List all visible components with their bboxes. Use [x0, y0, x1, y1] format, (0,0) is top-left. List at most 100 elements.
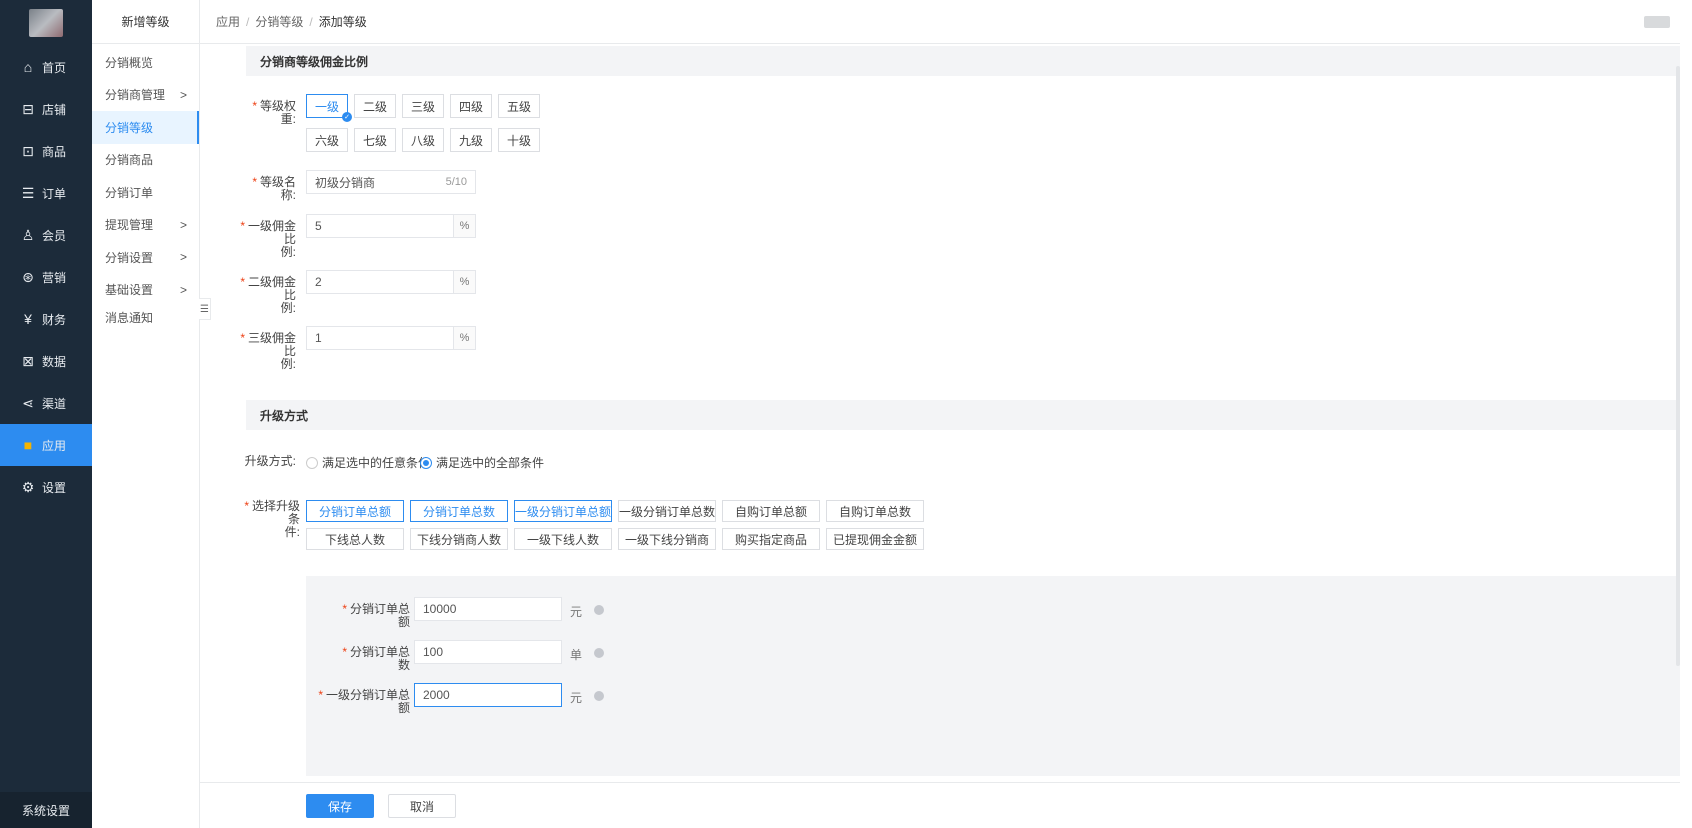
f3-help-icon[interactable] — [594, 691, 604, 701]
submenu-item-3[interactable]: 分销商品 — [92, 144, 199, 177]
breadcrumb-current: 添加等级 — [318, 15, 367, 29]
condition-option-10[interactable]: 一级下线分销商 — [618, 528, 716, 550]
submenu-item-7[interactable]: 基础设置 > — [92, 274, 199, 307]
nav-item-label: 会员 — [42, 228, 67, 243]
nav-item-label: 设置 — [42, 480, 67, 495]
rate2-value: 2 — [315, 275, 322, 289]
level-option-10[interactable]: 十级 — [498, 128, 540, 152]
radio-any-dot[interactable] — [306, 456, 318, 469]
system-settings-button[interactable]: 系统设置 — [0, 792, 92, 828]
submenu-item-label: 分销概览 — [105, 55, 154, 70]
condition-option-2[interactable]: 分销订单总数 — [410, 500, 508, 522]
scrollbar[interactable] — [1676, 66, 1680, 666]
condition-option-5[interactable]: 自购订单总额 — [722, 500, 820, 522]
submenu-item-0[interactable]: 分销概览 — [92, 46, 199, 79]
avatar[interactable] — [1644, 16, 1670, 28]
level-option-8[interactable]: 八级 — [402, 128, 444, 152]
required-mark: * — [240, 275, 245, 289]
store-icon: ⊟ — [22, 100, 34, 117]
radio-all-condition[interactable]: 满足选中的全部条件 — [420, 454, 544, 471]
f3-label: * 一级分销订单总额 — [316, 689, 410, 715]
level-option-3[interactable]: 三级 — [402, 94, 444, 118]
level-name-count: 5/10 — [445, 176, 467, 188]
condition-label-b: 件: — [284, 525, 300, 539]
nav-item-1[interactable]: ⊟ 店铺 — [0, 88, 92, 130]
scroll-gutter — [1680, 0, 1692, 828]
submenu-item-label: 消息通知 — [105, 310, 154, 325]
upgrade-condition-label: * 选择升级条 件: — [240, 500, 300, 539]
level-option-5[interactable]: 五级 — [498, 94, 540, 118]
nav-item-label: 数据 — [42, 354, 67, 369]
form-footer: 保存 取消 — [200, 782, 1680, 828]
submenu-item-5[interactable]: 提现管理 > — [92, 209, 199, 242]
nav-item-4[interactable]: ♙ 会员 — [0, 214, 92, 256]
nav-item-3[interactable]: ☰ 订单 — [0, 172, 92, 214]
condition-option-1[interactable]: 分销订单总额 — [306, 500, 404, 522]
f2-unit: 单 — [570, 648, 583, 662]
level-option-7[interactable]: 七级 — [354, 128, 396, 152]
save-button[interactable]: 保存 — [306, 794, 374, 818]
condition-option-12[interactable]: 已提现佣金金额 — [826, 528, 924, 550]
condition-option-9[interactable]: 一级下线人数 — [514, 528, 612, 550]
breadcrumb-apps[interactable]: 应用 — [216, 15, 240, 29]
nav-item-8[interactable]: ⋖ 渠道 — [0, 382, 92, 424]
condition-option-4[interactable]: 一级分销订单总数 — [618, 500, 716, 522]
submenu-item-1[interactable]: 分销商管理 > — [92, 79, 199, 112]
submenu-item-6[interactable]: 分销设置 > — [92, 241, 199, 274]
chevron-right-icon: > — [179, 250, 187, 265]
nav-item-7[interactable]: ⊠ 数据 — [0, 340, 92, 382]
level-option-4[interactable]: 四级 — [450, 94, 492, 118]
level-name-input[interactable]: 初级分销商 5/10 — [306, 170, 476, 194]
submenu-item-4[interactable]: 分销订单 — [92, 176, 199, 209]
rate2-percent: % — [454, 270, 476, 294]
nav-item-5[interactable]: ⊛ 营销 — [0, 256, 92, 298]
f2-value: 100 — [423, 645, 444, 659]
f3-unit: 元 — [570, 691, 583, 705]
cancel-button[interactable]: 取消 — [388, 794, 456, 818]
level-option-1[interactable]: 一级 ✓ — [306, 94, 352, 122]
f1-help-icon[interactable] — [594, 605, 604, 615]
submenu-item-label: 分销设置 — [105, 250, 154, 265]
condition-option-6[interactable]: 自购订单总数 — [826, 500, 924, 522]
nav-item-6[interactable]: ¥ 财务 — [0, 298, 92, 340]
nav-item-9[interactable]: ■ 应用 — [0, 424, 92, 466]
upgrade-mode-label: 升级方式: — [244, 454, 296, 468]
submenu-title: 新增等级 — [92, 0, 199, 44]
rate2-input[interactable]: 2 — [306, 270, 454, 294]
condition-option-11[interactable]: 购买指定商品 — [722, 528, 820, 550]
condition-option-7[interactable]: 下线总人数 — [306, 528, 404, 550]
f1-value: 10000 — [423, 602, 457, 616]
submenu-item-2[interactable]: 分销等级 — [92, 111, 199, 144]
breadcrumb-level[interactable]: 分销等级 — [255, 15, 303, 29]
condition-option-8[interactable]: 下线分销商人数 — [410, 528, 508, 550]
f2-label-text: 分销订单总数 — [349, 645, 410, 672]
rate3-label-b: 例: — [280, 357, 296, 371]
section-upgrade-title: 升级方式 — [246, 400, 1680, 430]
nav-item-10[interactable]: ⚙ 设置 — [0, 466, 92, 508]
logo[interactable] — [0, 0, 92, 46]
f3-input[interactable]: 2000 — [414, 683, 562, 707]
radio-all-dot[interactable] — [420, 456, 432, 469]
condition-option-label: 已提现佣金金额 — [832, 532, 917, 547]
condition-option-3[interactable]: 一级分销订单总额 — [514, 500, 612, 522]
f2-input[interactable]: 100 — [414, 640, 562, 664]
required-mark: * — [252, 175, 257, 189]
level-option-9[interactable]: 九级 — [450, 128, 492, 152]
marketing-icon: ⊛ — [22, 268, 34, 285]
rate3-input[interactable]: 1 — [306, 326, 454, 350]
level-option-label: 八级 — [410, 133, 435, 148]
nav-item-0[interactable]: ⌂ 首页 — [0, 46, 92, 88]
submenu-item-8[interactable]: 消息通知 — [92, 306, 199, 328]
radio-any-condition[interactable]: 满足选中的任意条件 — [306, 454, 430, 471]
level-option-label: 六级 — [314, 133, 339, 148]
level-option-2[interactable]: 二级 — [354, 94, 396, 118]
f1-input[interactable]: 10000 — [414, 597, 562, 621]
top-bar: 应用 / 分销等级 / 添加等级 — [200, 0, 1692, 44]
f2-help-icon[interactable] — [594, 648, 604, 658]
rate1-input[interactable]: 5 — [306, 214, 454, 238]
level-option-label: 一级 — [314, 99, 339, 114]
rate3-label: * 三级佣金比 例: — [240, 332, 296, 371]
logo-image — [29, 9, 63, 37]
nav-item-2[interactable]: ⊡ 商品 — [0, 130, 92, 172]
level-option-6[interactable]: 六级 — [306, 128, 348, 152]
